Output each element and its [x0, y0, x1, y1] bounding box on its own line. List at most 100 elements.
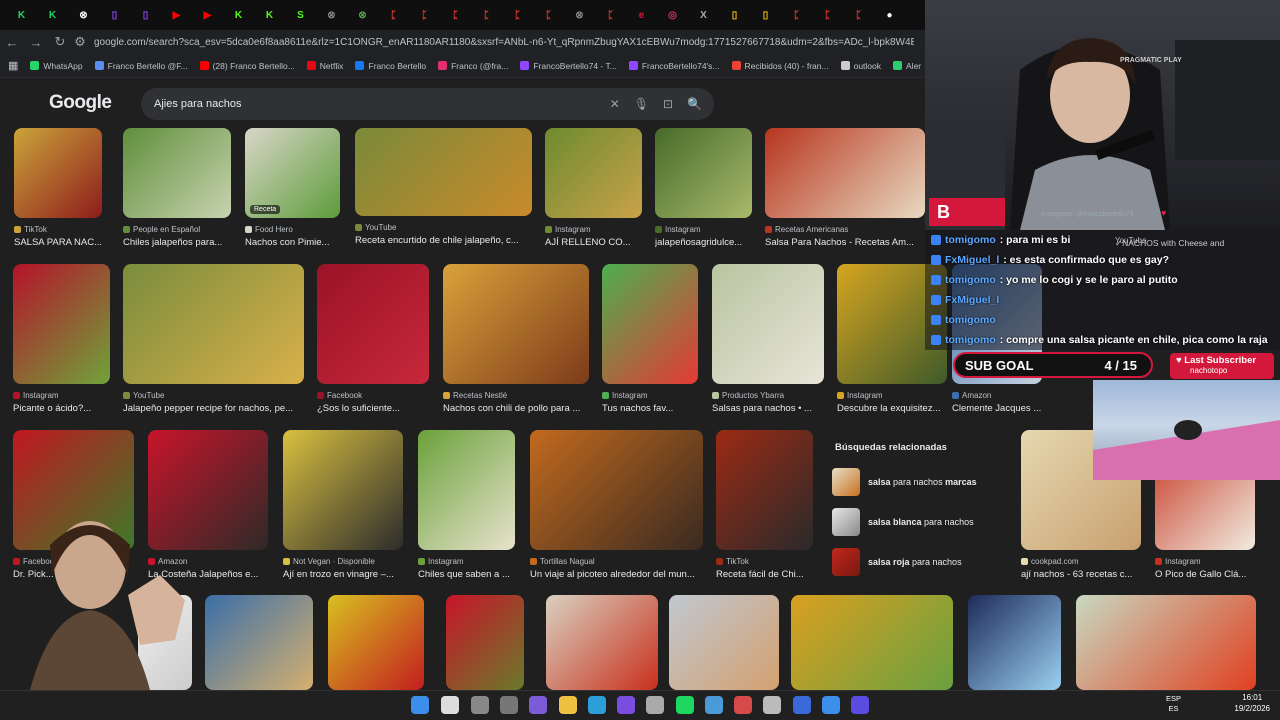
result-caption[interactable]: Un viaje al picoteo alrededor del mun...: [530, 569, 709, 580]
spotify-icon[interactable]: [676, 696, 694, 714]
browser-tab[interactable]: ⊗: [347, 4, 378, 26]
browser-tab[interactable]: ᛈ: [378, 4, 409, 26]
widgets-icon[interactable]: [500, 696, 518, 714]
result-caption[interactable]: O Pico de Gallo Clá...: [1155, 569, 1261, 580]
bookmark-item[interactable]: Recibidos (40) - fran...: [731, 61, 829, 71]
result-caption[interactable]: Jalapeño pepper recipe for nachos, pe...: [123, 403, 310, 414]
result-thumbnail[interactable]: [669, 595, 779, 690]
search-icon[interactable]: [441, 696, 459, 714]
browser-tab[interactable]: ᛈ: [781, 4, 812, 26]
microphone-icon[interactable]: 🎙: [634, 97, 649, 111]
browser-tab[interactable]: ⊗: [68, 4, 99, 26]
result-caption[interactable]: ají nachos - 63 recetas c...: [1021, 569, 1147, 580]
related-search-item[interactable]: salsa blanca para nachos: [832, 507, 1008, 537]
result-thumbnail[interactable]: [123, 128, 231, 218]
result-thumbnail[interactable]: [545, 128, 642, 218]
result-caption[interactable]: Clemente Jacques ...: [952, 403, 1048, 414]
bookmark-item[interactable]: WhatsApp: [30, 61, 83, 71]
result-caption[interactable]: Salsas para nachos • ...: [712, 403, 830, 414]
browser-tab[interactable]: ᛈ: [440, 4, 471, 26]
result-source[interactable]: TikTok: [14, 225, 102, 234]
github-icon[interactable]: [646, 696, 664, 714]
chrome-icon[interactable]: [822, 696, 840, 714]
search-box[interactable]: Ajies para nachos ✕ 🎙 ⊡ 🔍: [141, 88, 714, 120]
result-source[interactable]: Instagram: [13, 391, 110, 400]
result-source[interactable]: Instagram: [1155, 557, 1255, 566]
browser-tab[interactable]: ᛈ: [409, 4, 440, 26]
bookmark-item[interactable]: Aler: [893, 61, 921, 71]
result-thumbnail[interactable]: [530, 430, 703, 550]
related-search-item[interactable]: salsa para nachos marcas: [832, 467, 1008, 497]
result-thumbnail[interactable]: [716, 430, 813, 550]
result-thumbnail[interactable]: [443, 264, 589, 384]
result-thumbnail[interactable]: [317, 264, 429, 384]
browser-tab[interactable]: X: [688, 4, 719, 26]
result-caption[interactable]: Receta fácil de Chi...: [716, 569, 819, 580]
result-thumbnail[interactable]: [14, 128, 102, 218]
bookmark-item[interactable]: (28) Franco Bertello...: [199, 61, 295, 71]
result-caption[interactable]: ¿Sos lo suficiente...: [317, 403, 435, 414]
result-thumbnail[interactable]: [13, 264, 110, 384]
result-source[interactable]: Tortillas Nagual: [530, 557, 703, 566]
result-source[interactable]: Instagram: [837, 391, 947, 400]
result-thumbnail[interactable]: [283, 430, 403, 550]
result-thumbnail[interactable]: [355, 128, 532, 216]
obs-icon[interactable]: [851, 696, 869, 714]
browser-tab[interactable]: ▯: [99, 4, 130, 26]
discord-icon[interactable]: [617, 696, 635, 714]
bookmark-item[interactable]: Franco Bertello @F...: [94, 61, 188, 71]
lens-icon[interactable]: ⊡: [663, 97, 673, 111]
result-caption[interactable]: SALSA PARA NAC...: [14, 237, 108, 248]
browser-tab[interactable]: K: [254, 4, 285, 26]
result-source[interactable]: Food Hero: [245, 225, 340, 234]
browser-tab[interactable]: S: [285, 4, 316, 26]
google-logo[interactable]: Google: [49, 92, 112, 114]
result-caption[interactable]: Receta encurtido de chile jalapeño, c...: [355, 235, 538, 246]
browser-tab[interactable]: ▶: [192, 4, 223, 26]
app-icon[interactable]: [793, 696, 811, 714]
reload-icon[interactable]: ↻: [48, 30, 72, 54]
browser-tab[interactable]: ᛈ: [812, 4, 843, 26]
result-thumbnail[interactable]: [655, 128, 752, 218]
result-thumbnail[interactable]: [205, 595, 313, 690]
browser-tab[interactable]: K: [37, 4, 68, 26]
result-source[interactable]: Facebook: [317, 391, 429, 400]
url-field[interactable]: google.com/search?sca_esv=5dca0e6f8aa861…: [94, 37, 914, 48]
chrome-icon[interactable]: [588, 696, 606, 714]
result-source[interactable]: Productos Ybarra: [712, 391, 824, 400]
browser-tab[interactable]: ⊗: [316, 4, 347, 26]
result-caption[interactable]: Descubre la exquisitez...: [837, 403, 953, 414]
browser-tab[interactable]: ▯: [130, 4, 161, 26]
result-source[interactable]: Instagram: [655, 225, 752, 234]
app-icon[interactable]: [734, 696, 752, 714]
browser-tab[interactable]: ᛈ: [533, 4, 564, 26]
browser-tab[interactable]: K: [6, 4, 37, 26]
result-caption[interactable]: Nachos con chili de pollo para ...: [443, 403, 595, 414]
bookmark-item[interactable]: FrancoBertello74's...: [628, 61, 720, 71]
result-caption[interactable]: Salsa Para Nachos - Recetas Am...: [765, 237, 931, 248]
result-caption[interactable]: AJÍ RELLENO CO...: [545, 237, 648, 248]
browser-tab[interactable]: ⊗: [564, 4, 595, 26]
steam-icon[interactable]: [705, 696, 723, 714]
bookmark-item[interactable]: Netflix: [306, 61, 343, 71]
result-source[interactable]: TikTok: [716, 557, 813, 566]
browser-tab[interactable]: ▶: [161, 4, 192, 26]
result-thumbnail[interactable]: [602, 264, 698, 384]
result-source[interactable]: Instagram: [418, 557, 515, 566]
system-clock[interactable]: 16:01 19/2/2026: [1234, 692, 1270, 714]
clear-icon[interactable]: ✕: [610, 97, 620, 111]
result-source[interactable]: Instagram: [545, 225, 642, 234]
result-thumbnail[interactable]: Receta: [245, 128, 340, 218]
result-thumbnail[interactable]: [123, 264, 304, 384]
apps-grid-icon[interactable]: ▦: [8, 59, 18, 72]
browser-tab[interactable]: ᛈ: [502, 4, 533, 26]
result-caption[interactable]: Ají en trozo en vinagre –...: [283, 569, 409, 580]
result-thumbnail[interactable]: [968, 595, 1061, 690]
result-thumbnail[interactable]: [328, 595, 424, 690]
result-thumbnail[interactable]: [546, 595, 658, 690]
start-icon[interactable]: [411, 696, 429, 714]
search-input[interactable]: Ajies para nachos: [154, 98, 241, 110]
browser-tab[interactable]: ᛈ: [471, 4, 502, 26]
result-source[interactable]: Amazon: [952, 391, 1042, 400]
result-source[interactable]: People en Español: [123, 225, 231, 234]
